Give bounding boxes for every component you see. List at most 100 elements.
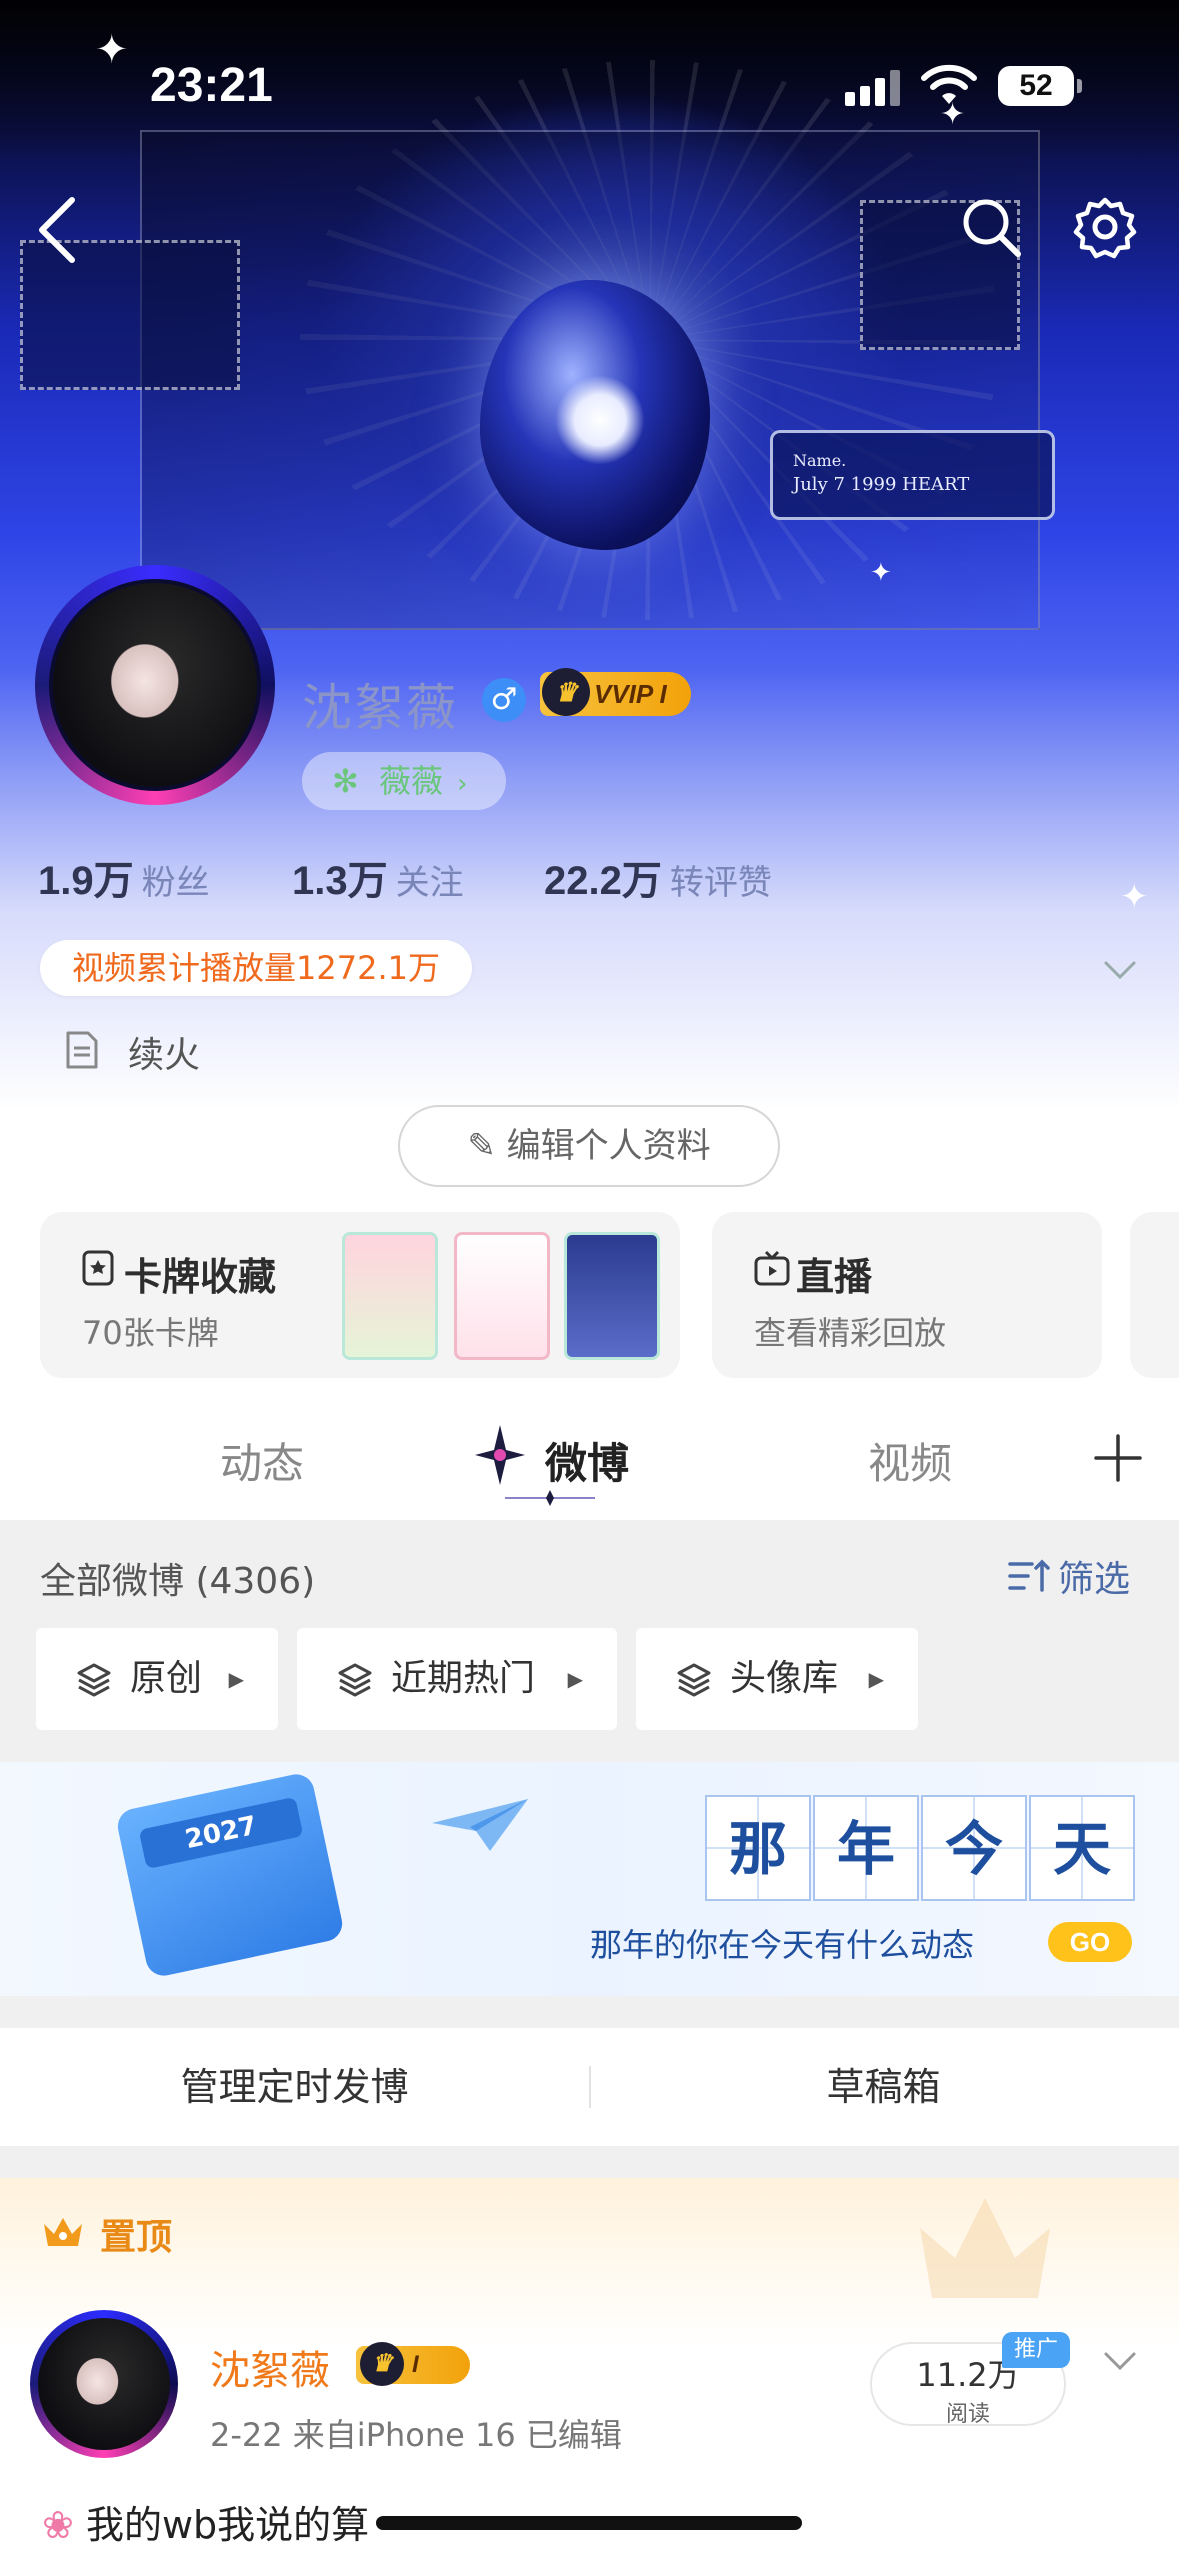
crown-icon [44,2218,82,2246]
post-meta: 2-22 来自iPhone 16 已编辑 [210,2416,622,2454]
layers-icon [677,1663,711,1697]
chip-trending[interactable]: 近期热门 ▶ [297,1628,617,1730]
live-card[interactable]: 直播 查看精彩回放 [712,1212,1102,1378]
snowflake-icon: ✻ [332,762,359,800]
crown-icon: ♛ [542,668,590,716]
chip-label: 原创 [130,1658,203,1699]
drafts-button[interactable]: 草稿箱 [589,2028,1178,2146]
flower-icon: ❀ [42,2503,74,2547]
pencil-icon: ✎ [467,1126,496,1166]
layers-icon [338,1663,372,1697]
bio-text: 续火 [128,1035,201,1076]
title-char: 那 [705,1795,811,1901]
chip-label: 头像库 [730,1658,839,1699]
scheduled-posts-button[interactable]: 管理定时发博 [0,2028,589,2146]
post-text-content: 我的wb我说的算 [85,2503,370,2547]
filter-icon[interactable] [1006,1556,1052,1596]
post-text: ❀ 我的wb我说的算 [42,2494,369,2549]
card-thumbnail [342,1232,438,1360]
on-this-day-title: 那 年 今 天 [705,1795,1137,1901]
layers-icon [77,1663,111,1697]
back-arrow-icon[interactable] [28,190,88,270]
cover-lily [555,375,645,465]
stat-label: 转评赞 [669,863,772,903]
add-tab-icon[interactable] [1088,1428,1148,1488]
stat-following[interactable]: 1.3万 关注 [292,848,464,906]
edit-profile-button[interactable]: ✎ 编辑个人资料 [398,1105,780,1187]
cover-tag-line1: Name. [793,451,847,470]
more-card-peek[interactable] [1130,1212,1179,1378]
card-title: 卡牌收藏 [124,1255,277,1299]
stat-value: 1.3万 [292,859,388,903]
calendar-year: 2027 [138,1796,304,1870]
status-time: 23:21 [150,59,273,112]
stat-followers[interactable]: 1.9万 粉丝 [38,848,210,906]
document-icon [66,1031,98,1069]
post-author-name[interactable]: 沈絮薇 [210,2338,330,2396]
video-play-count[interactable]: 视频累计播放量1272.1万 [40,940,472,996]
paper-plane-icon [432,1799,528,1851]
avatar-image [49,579,261,791]
stat-reposts[interactable]: 22.2万 转评赞 [544,848,772,906]
fan-badge[interactable]: ✻ 薇薇 › [302,752,506,810]
feed-count: 全部微博 (4306) [40,1561,316,1602]
tab-video[interactable]: 视频 [868,1430,952,1491]
stat-label: 关注 [395,863,464,903]
title-char: 今 [921,1795,1027,1901]
search-icon[interactable] [958,194,1024,260]
chevron-down-icon[interactable] [1100,955,1140,985]
cellular-signal-icon [845,70,901,106]
watermark-crown-icon [920,2198,1050,2298]
chevron-right-icon: › [457,769,468,799]
read-label: 阅读 [945,2402,990,2427]
vip-level-badge[interactable]: I [356,2342,470,2386]
card-star-icon [82,1250,114,1286]
avatar-image [38,2318,170,2450]
cover-tag: Name. July 7 1999 HEART [770,430,1055,520]
filter-button[interactable]: 筛选 [1058,1550,1130,1602]
stat-label: 粉丝 [141,863,210,903]
chevron-right-icon: ▶ [228,1667,244,1691]
tab-weibo[interactable]: 微博 [545,1430,629,1491]
manage-row: 管理定时发博 草稿箱 [0,2028,1179,2146]
chip-avatar-library[interactable]: 头像库 ▶ [636,1628,918,1730]
vvip-label: VVIP I [594,679,667,709]
title-char: 天 [1029,1795,1135,1901]
stat-value: 22.2万 [544,859,662,903]
gear-icon[interactable] [1072,194,1138,260]
card-subtitle: 查看精彩回放 [754,1314,947,1352]
wifi-icon [921,64,977,104]
card-title: 直播 [796,1255,873,1299]
home-indicator[interactable] [376,2516,802,2530]
card-collection-card[interactable]: 卡牌收藏 70张卡牌 [40,1212,680,1378]
chevron-down-icon[interactable] [1100,2346,1140,2376]
tv-icon [754,1250,790,1286]
tab-dynamics[interactable]: 动态 [220,1430,304,1491]
chevron-right-icon: ▶ [868,1667,884,1691]
card-thumbnail [564,1232,660,1360]
chip-label: 近期热门 [391,1658,536,1699]
pinned-label: 置顶 [100,2217,173,2258]
fan-badge-label: 薇薇 [378,762,443,800]
sparkle-icon: ✦ [95,27,129,73]
sparkle-icon: ✦ [1120,877,1149,917]
battery-icon: 52 [998,66,1082,106]
card-subtitle: 70张卡牌 [82,1314,219,1352]
promote-tag[interactable]: 推广 [1002,2332,1071,2368]
tab-underline-ornament [505,1490,595,1506]
cover-tag-line2: July 7 1999 HEART [793,474,970,495]
edit-profile-label: 编辑个人资料 [506,1126,711,1166]
stat-value: 1.9万 [38,859,134,903]
title-char: 年 [813,1795,919,1901]
sparkle-icon: ✦ [870,558,892,588]
post-author-avatar[interactable] [30,2310,178,2458]
vvip-badge[interactable]: ♛ VVIP I [540,668,691,716]
tab-decoration-icon [475,1425,525,1485]
profile-avatar[interactable] [35,565,275,805]
chip-original[interactable]: 原创 ▶ [36,1628,278,1730]
profile-name: 沈絮薇 [302,679,458,737]
card-thumbnail [454,1232,550,1360]
on-this-day-subtitle: 那年的你在今天有什么动态 [590,1926,975,1964]
go-button[interactable]: GO [1048,1922,1132,1962]
chevron-right-icon: ▶ [567,1667,583,1691]
